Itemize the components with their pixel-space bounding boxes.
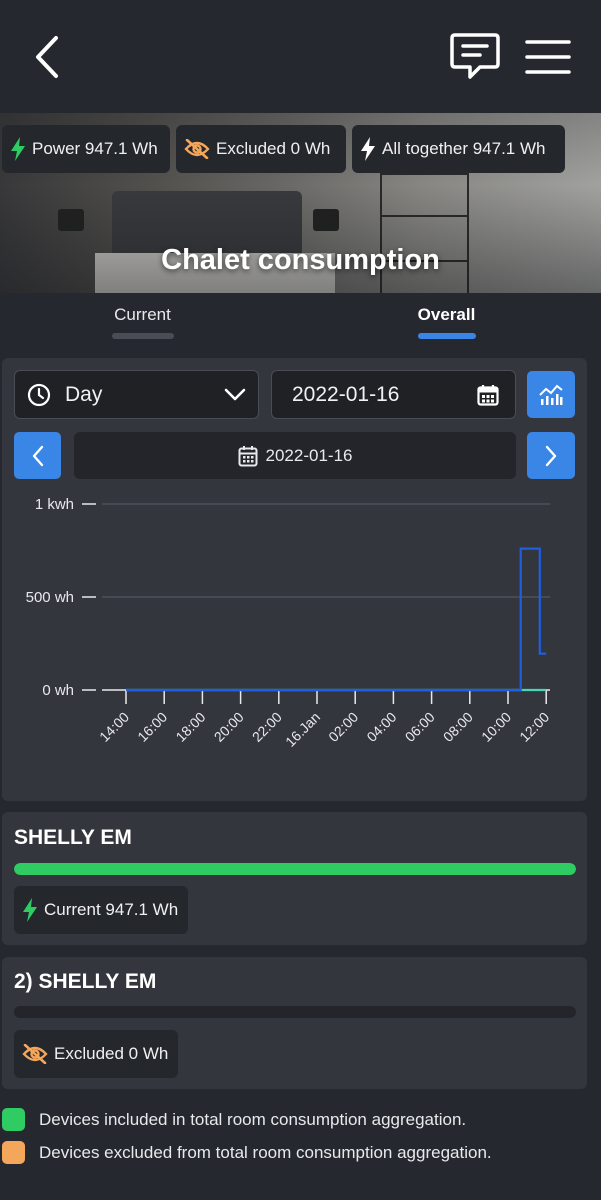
calendar-icon (238, 445, 258, 466)
hamburger-menu-icon (525, 40, 571, 74)
x-tick-label: 04:00 (363, 709, 399, 745)
power-chip: Power 947.1 Wh (2, 125, 170, 173)
y-tick-label: 0 wh (42, 682, 74, 699)
device-share-bar (14, 1006, 576, 1018)
series-line (126, 547, 547, 692)
x-tick-label: 16:00 (134, 709, 170, 745)
current-date-label: 2022-01-16 (265, 445, 353, 465)
eye-off-icon (22, 1044, 48, 1064)
legend-excluded-label: Devices excluded from total room consump… (39, 1142, 492, 1162)
x-tick-label: 12:00 (516, 709, 552, 745)
chart-type-toggle-button[interactable] (527, 371, 575, 418)
lightning-icon (23, 898, 37, 922)
menu-button[interactable] (525, 38, 571, 76)
legend-included: Devices included in total room consumpti… (2, 1108, 466, 1131)
chart-card: Day 2022-01-16 2022-01-16 1 kwh 500 wh 0 w… (2, 358, 587, 801)
room-hero-image: Power 947.1 Wh Excluded 0 Wh All togethe… (0, 113, 601, 293)
device-name: SHELLY EM (14, 826, 132, 849)
device-card: SHELLY EM Current 947.1 Wh (2, 812, 587, 945)
excluded-chip-label: Excluded 0 Wh (216, 139, 331, 158)
x-tick-label: 06:00 (402, 709, 438, 745)
top-bar (0, 0, 601, 113)
x-tick-label: 14:00 (96, 709, 132, 745)
legend-included-label: Devices included in total room consumpti… (39, 1109, 467, 1129)
next-day-button[interactable] (527, 432, 575, 479)
consumption-chart: 1 kwh 500 wh 0 wh 14:00 16:00 18:00 20:00 22:00… (26, 496, 553, 750)
period-select-value: Day (65, 382, 103, 406)
x-tick-label: 20:00 (211, 709, 247, 745)
chevron-right-icon (545, 445, 557, 466)
x-tick-label: 10:00 (478, 709, 514, 745)
previous-day-button[interactable] (14, 432, 61, 479)
device-current-label: Current 947.1 Wh (44, 900, 179, 919)
clock-icon (27, 383, 51, 406)
excluded-chip: Excluded 0 Wh (176, 125, 346, 173)
lightning-icon (361, 137, 375, 161)
chevron-left-icon (36, 36, 58, 78)
x-tick-label: 02:00 (325, 709, 361, 745)
chevron-down-icon (224, 388, 246, 400)
current-date-display[interactable]: 2022-01-16 (74, 432, 516, 479)
device-card: 2) SHELLY EM Excluded 0 Wh (2, 957, 587, 1089)
lightning-icon (11, 137, 25, 161)
date-input[interactable]: 2022-01-16 (271, 370, 516, 419)
all-together-chip: All together 947.1 Wh (352, 125, 565, 173)
all-together-chip-label: All together 947.1 Wh (382, 139, 546, 158)
chevron-left-icon (32, 445, 43, 466)
device-name: 2) SHELLY EM (14, 970, 157, 993)
tab-overall-indicator (417, 333, 476, 339)
chart-icon (539, 384, 563, 405)
date-input-value: 2022-01-16 (292, 382, 400, 406)
legend-included-swatch (2, 1108, 25, 1131)
x-tick-label: 16.Jan (282, 709, 323, 750)
device-current-badge: Current 947.1 Wh (14, 886, 189, 934)
device-excluded-badge: Excluded 0 Wh (14, 1030, 179, 1078)
x-tick-label: 18:00 (172, 709, 208, 745)
power-chip-label: Power 947.1 Wh (32, 139, 158, 158)
feedback-button[interactable] (450, 32, 500, 82)
y-tick-label: 1 kwh (35, 496, 74, 513)
y-tick-label: 500 wh (26, 589, 74, 606)
legend-excluded-swatch (2, 1141, 25, 1164)
device-share-bar (14, 863, 576, 875)
legend-excluded: Devices excluded from total room consump… (2, 1141, 492, 1164)
period-select[interactable]: Day (14, 370, 259, 419)
back-button[interactable] (30, 34, 64, 80)
calendar-icon (477, 384, 499, 406)
device-excluded-label: Excluded 0 Wh (54, 1044, 169, 1063)
tab-overall-label: Overall (417, 305, 476, 324)
view-tabs: Current Overall (0, 293, 601, 353)
room-title: Chalet consumption (161, 244, 440, 276)
tab-overall[interactable]: Overall (399, 305, 494, 339)
device-share-fill (14, 863, 576, 875)
x-tick-label: 22:00 (249, 709, 285, 745)
x-tick-label: 08:00 (440, 709, 476, 745)
tab-current-label: Current (114, 305, 171, 324)
tab-current-indicator (111, 333, 174, 339)
message-icon (450, 33, 500, 79)
tab-current[interactable]: Current (95, 305, 190, 339)
eye-off-icon (184, 139, 210, 159)
